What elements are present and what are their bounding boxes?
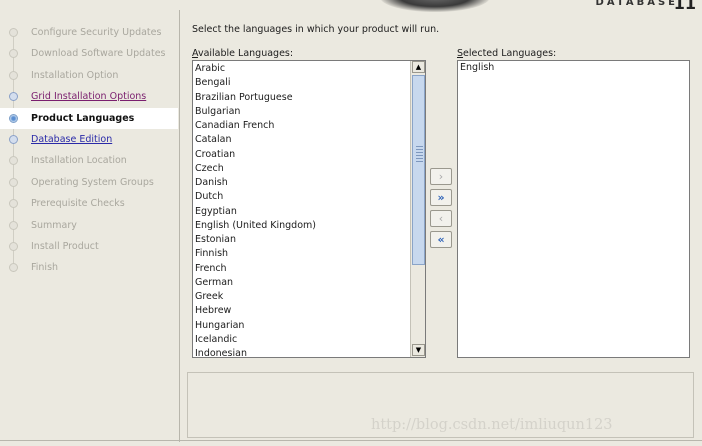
step-status-icon [9,113,18,123]
available-language-item[interactable]: Danish [194,176,410,190]
scrollbar-grip-icon [416,146,423,162]
watermark-text: http://blog.csdn.net/imliuqun123 [371,417,613,433]
available-language-item[interactable]: Dutch [194,190,410,204]
database-logo-text: DATABASE [595,0,678,8]
selected-languages-label: Selected Languages: [457,48,557,59]
selected-language-item[interactable]: English [458,61,689,75]
sidebar-step-database-edition[interactable]: Database Edition [0,129,178,150]
step-status-icon [9,199,18,209]
available-languages-list[interactable]: Arabic Bengali Brazilian Portuguese Bulgari… [192,60,426,358]
step-label: Download Software Updates [31,48,166,60]
sidebar-step-installation-location: Installation Location [0,150,178,171]
available-language-item[interactable]: German [194,276,410,290]
step-label: Prerequisite Checks [31,198,125,210]
step-label: Grid Installation Options [31,91,147,103]
step-label: Installation Location [31,155,127,167]
step-status-icon [9,92,18,102]
available-language-item[interactable]: Greek [194,290,410,304]
bottom-divider [0,440,702,441]
add-all-languages-button[interactable]: » [430,189,452,206]
selected-languages-items: English [458,61,689,75]
available-language-item[interactable]: Bengali [194,76,410,90]
available-language-item[interactable]: Finnish [194,247,410,261]
sidebar-step-operating-system-groups: Operating System Groups [0,172,178,193]
step-label: Installation Option [31,69,119,81]
scroll-up-arrow-icon[interactable]: ▲ [412,61,425,73]
available-language-item[interactable]: Estonian [194,233,410,247]
step-label: Database Edition [31,134,113,145]
step-label: Product Languages [31,112,135,124]
scroll-down-arrow-icon[interactable]: ▼ [412,344,425,356]
available-language-item[interactable]: Indonesian [194,347,410,357]
available-languages-label: Available Languages: [192,48,294,59]
available-language-item[interactable]: French [194,262,410,276]
sidebar-step-finish: Finish [0,257,178,278]
step-status-icon [9,70,18,80]
sidebar-step-prerequisite-checks: Prerequisite Checks [0,193,178,214]
step-label: Operating System Groups [31,176,154,188]
available-language-item[interactable]: Arabic [194,62,410,76]
step-status-icon [9,263,18,273]
available-list-scrollbar[interactable]: ▲ ▼ [410,61,425,357]
sidebar-step-installation-option: Installation Option [0,65,178,86]
available-language-item[interactable]: Croatian [194,148,410,162]
remove-all-languages-button[interactable]: « [430,231,452,248]
step-status-icon [9,220,18,230]
sidebar-divider [179,10,180,442]
sidebar-step-configure-security-updates: Configure Security Updates [0,22,178,43]
step-status-icon [9,135,18,144]
step-status-icon [9,242,18,251]
add-language-button[interactable]: › [430,168,452,185]
top-banner: DATABASE 11 [0,0,702,13]
sidebar-step-grid-installation-options[interactable]: Grid Installation Options [0,86,178,107]
scrollbar-thumb[interactable] [412,75,425,265]
available-language-item[interactable]: English (United Kingdom) [194,219,410,233]
available-language-item[interactable]: Hungarian [194,319,410,333]
step-status-icon [9,28,18,37]
banner-gear-graphic [380,0,490,12]
step-status-icon [9,156,18,166]
sidebar-step-product-languages: Product Languages [0,107,178,129]
available-language-item[interactable]: Catalan [194,133,410,147]
wizard-steps-sidebar: Configure Security Updates Download Softw… [0,22,178,442]
step-status-icon [9,49,18,59]
sidebar-step-summary: Summary [0,215,178,236]
available-language-item[interactable]: Canadian French [194,119,410,133]
step-status-icon [9,177,18,187]
available-language-item[interactable]: Czech [194,162,410,176]
available-language-item[interactable]: Brazilian Portuguese [194,91,410,105]
available-language-item[interactable]: Bulgarian [194,105,410,119]
sidebar-step-download-software-updates: Download Software Updates [0,43,178,64]
selected-languages-list[interactable]: English [457,60,690,358]
remove-language-button[interactable]: ‹ [430,210,452,227]
available-language-item[interactable]: Egyptian [194,205,410,219]
available-language-item[interactable]: Icelandic [194,333,410,347]
available-language-item[interactable]: Hebrew [194,304,410,318]
step-label: Configure Security Updates [31,27,162,38]
step-label: Finish [31,262,59,274]
step-label: Install Product [31,241,99,252]
instruction-text: Select the languages in which your produ… [192,24,440,35]
database-logo-mark: 11 [673,0,696,13]
sidebar-step-install-product: Install Product [0,236,178,257]
available-languages-items: Arabic Bengali Brazilian Portuguese Bulgari… [194,62,410,357]
step-label: Summary [31,219,77,231]
